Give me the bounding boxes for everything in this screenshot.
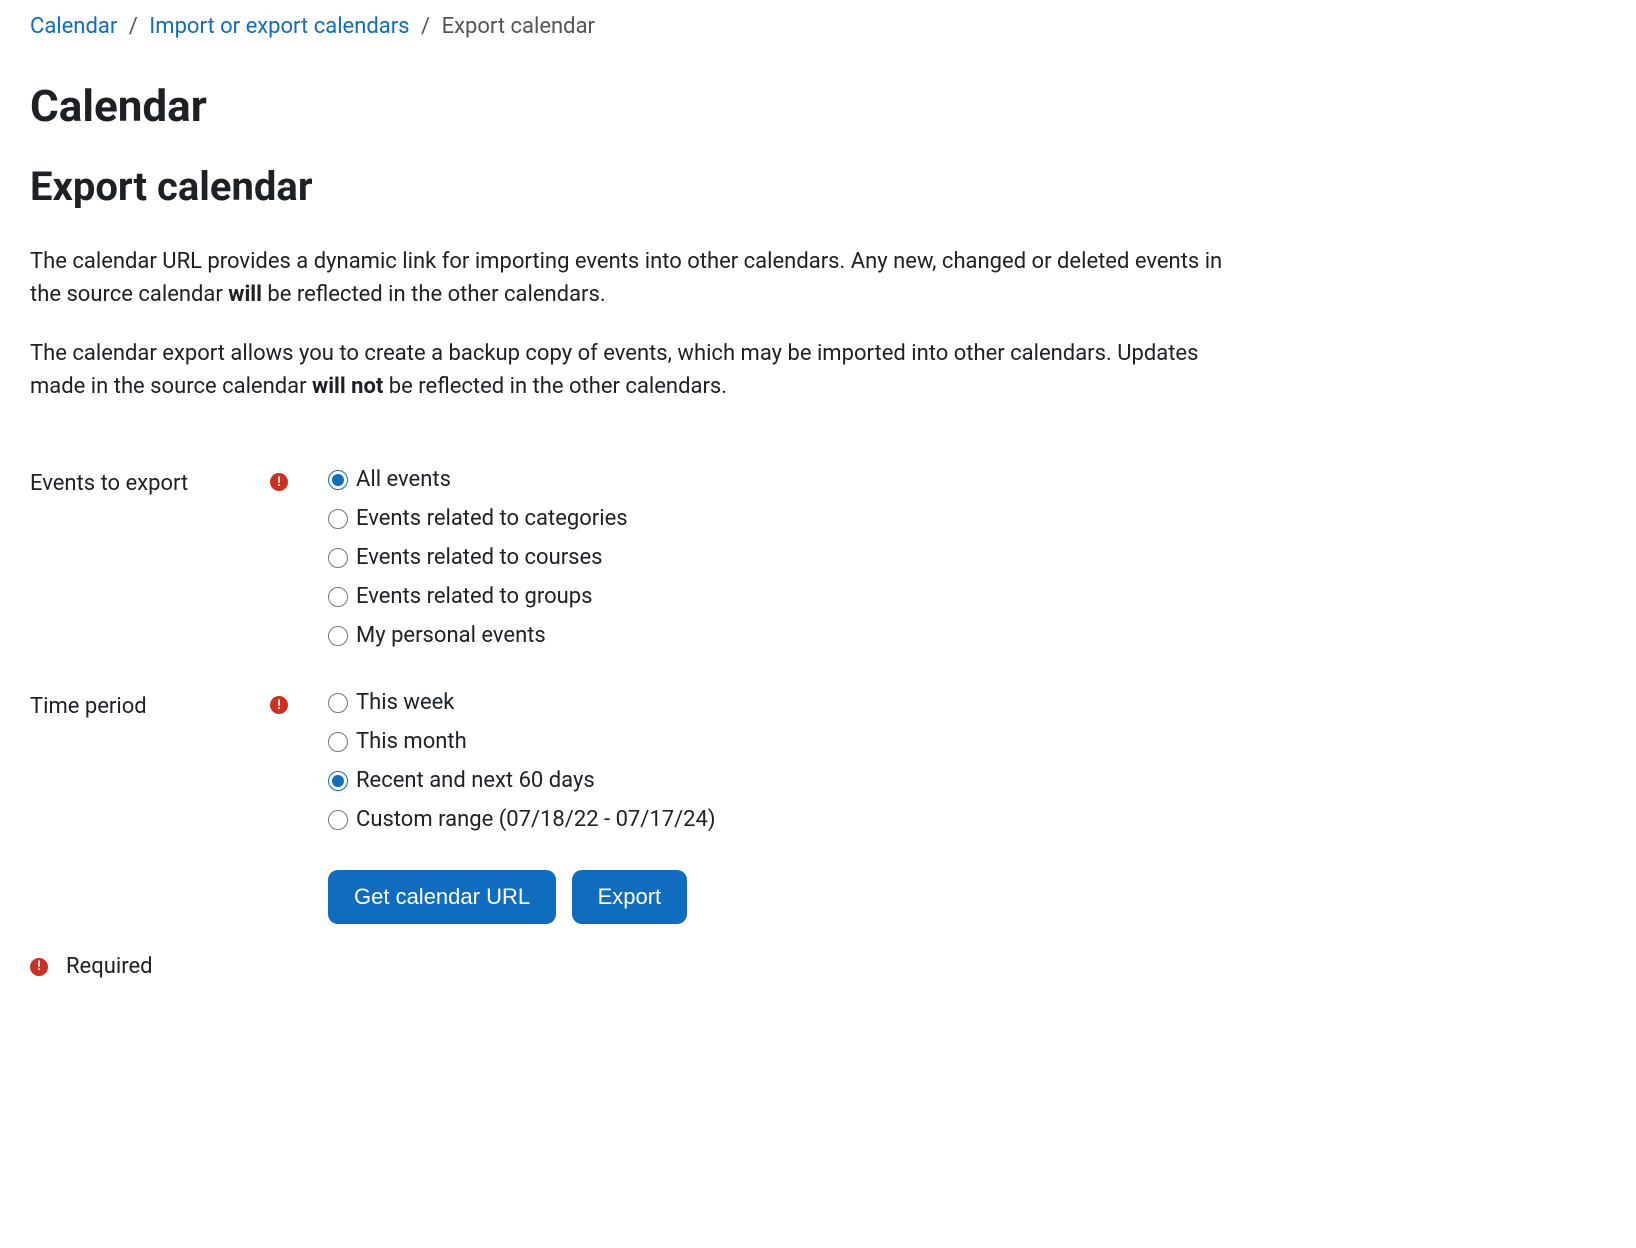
required-icon: !: [30, 958, 48, 976]
form-label-period: Time period !: [30, 686, 288, 723]
form-label-events: Events to export !: [30, 463, 288, 500]
radio-events-courses[interactable]: [328, 548, 348, 568]
radio-label[interactable]: Recent and next 60 days: [356, 764, 595, 797]
radio-events-categories[interactable]: [328, 509, 348, 529]
radio-label[interactable]: Custom range (07/18/22 - 07/17/24): [356, 803, 716, 836]
intro-paragraph-2: The calendar export allows you to create…: [30, 337, 1230, 403]
sub-title: Export calendar: [30, 157, 1606, 217]
radio-events-all[interactable]: [328, 470, 348, 490]
breadcrumb: Calendar / Import or export calendars / …: [30, 10, 1606, 43]
radio-label[interactable]: Events related to groups: [356, 580, 593, 613]
radio-label[interactable]: All events: [356, 463, 451, 496]
required-legend: ! Required: [30, 950, 1606, 983]
radio-period-month[interactable]: [328, 732, 348, 752]
export-form: Events to export ! All events Events rel…: [30, 463, 1606, 983]
intro-text: be reflected in the other calendars.: [262, 282, 606, 307]
form-row-events: Events to export ! All events Events rel…: [30, 463, 1606, 658]
radio-events-groups[interactable]: [328, 587, 348, 607]
radio-label[interactable]: My personal events: [356, 619, 546, 652]
breadcrumb-current: Export calendar: [442, 14, 595, 39]
breadcrumb-separator: /: [415, 14, 436, 39]
breadcrumb-link-import-export[interactable]: Import or export calendars: [149, 14, 409, 39]
intro-text: The calendar URL provides a dynamic link…: [30, 249, 1222, 307]
intro-text: be reflected in the other calendars.: [383, 374, 727, 399]
radio-label[interactable]: Events related to categories: [356, 502, 628, 535]
get-calendar-url-button[interactable]: Get calendar URL: [328, 870, 556, 924]
required-icon: !: [270, 473, 288, 491]
form-buttons: Get calendar URL Export: [30, 870, 1606, 924]
radio-label[interactable]: This week: [356, 686, 454, 719]
radio-period-week[interactable]: [328, 693, 348, 713]
radio-label[interactable]: This month: [356, 725, 467, 758]
breadcrumb-separator: /: [123, 14, 144, 39]
period-radio-group: This week This month Recent and next 60 …: [288, 686, 716, 842]
intro-paragraph-1: The calendar URL provides a dynamic link…: [30, 245, 1230, 311]
breadcrumb-link-calendar[interactable]: Calendar: [30, 14, 117, 39]
radio-period-custom[interactable]: [328, 810, 348, 830]
events-radio-group: All events Events related to categories …: [288, 463, 628, 658]
form-row-period: Time period ! This week This month Recen…: [30, 686, 1606, 842]
required-legend-text: Required: [66, 950, 153, 983]
radio-events-personal[interactable]: [328, 626, 348, 646]
export-button[interactable]: Export: [572, 870, 688, 924]
required-icon: !: [270, 696, 288, 714]
intro-strong: will not: [312, 374, 383, 399]
label-text: Time period: [30, 690, 270, 723]
radio-period-60days[interactable]: [328, 771, 348, 791]
label-text: Events to export: [30, 467, 270, 500]
page-title: Calendar: [30, 73, 1606, 139]
intro-strong: will: [228, 282, 262, 307]
radio-label[interactable]: Events related to courses: [356, 541, 603, 574]
